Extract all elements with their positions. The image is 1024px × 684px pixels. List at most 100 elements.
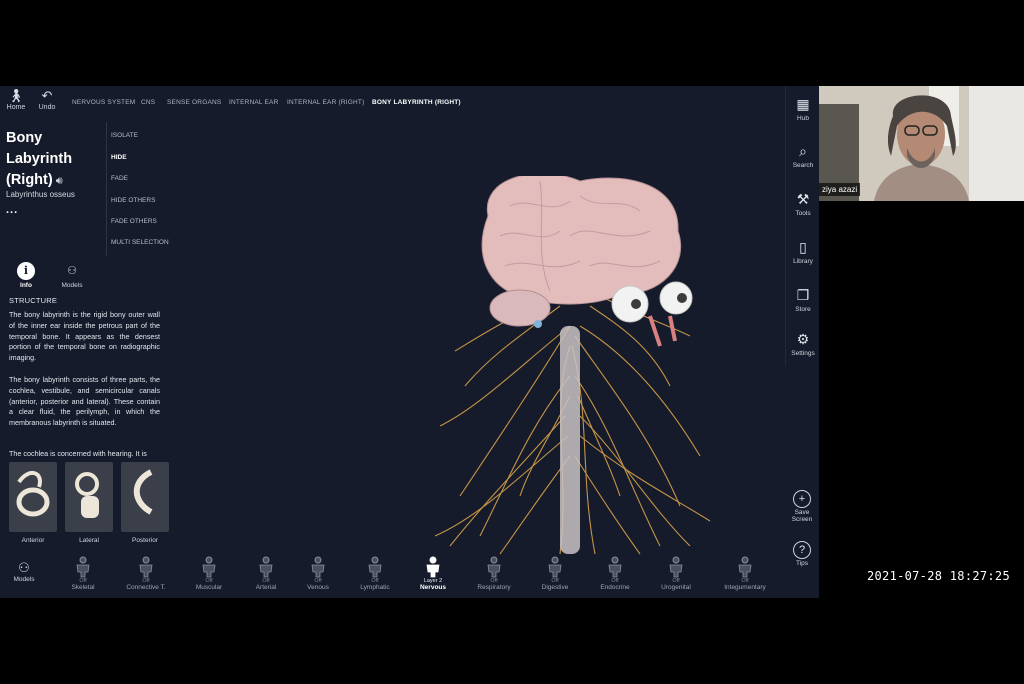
thumbnail-anterior-label: Anterior: [21, 537, 45, 544]
hub-grid-icon: ▦: [796, 96, 810, 112]
tab-models[interactable]: ⚇ Models: [54, 262, 90, 289]
info-paragraph-1: The bony labyrinth is the rigid bony out…: [9, 310, 160, 363]
body-figure-icon: [311, 556, 325, 578]
breadcrumb-internal-ear-right[interactable]: INTERNAL EAR (RIGHT): [287, 99, 364, 106]
body-figure-icon: [259, 556, 273, 578]
plus-icon: +: [793, 490, 811, 508]
undo-label: Undo: [38, 104, 56, 111]
eye-muscle-2: [668, 315, 677, 342]
tab-models-label: Models: [61, 282, 83, 289]
home-button[interactable]: 🚶︎ Home: [2, 88, 30, 111]
bony-labyrinth-selected[interactable]: [534, 320, 542, 328]
system-nervous-button[interactable]: Layer 2 Nervous: [403, 556, 463, 592]
people-icon: ⚇: [67, 265, 77, 277]
action-multi-selection[interactable]: MULTI SELECTION: [111, 239, 169, 246]
right-eye: [659, 281, 693, 315]
tips-label: Tips: [795, 560, 809, 567]
breadcrumb-bony-labyrinth-right: BONY LABYRINTH (RIGHT): [372, 99, 461, 106]
settings-button[interactable]: ⚙ Settings: [786, 329, 819, 357]
info-paragraph-3: The cochlea is concerned with hearing. I…: [9, 449, 147, 458]
tools-icon: ⚒: [796, 191, 810, 207]
breadcrumb-internal-ear[interactable]: INTERNAL EAR: [229, 99, 278, 106]
action-fade-others[interactable]: FADE OTHERS: [111, 218, 157, 225]
library-book-icon: ▯: [799, 239, 807, 255]
left-pupil: [631, 299, 641, 309]
thumbnail-posterior[interactable]: [121, 462, 169, 532]
info-paragraph-2: The bony labyrinth consists of three par…: [9, 375, 160, 428]
settings-label: Settings: [791, 350, 815, 357]
brain: [481, 176, 682, 305]
library-button[interactable]: ▯ Library: [786, 237, 819, 265]
system-label: Connective T.: [126, 584, 166, 591]
undo-button[interactable]: ↶ Undo: [33, 88, 61, 111]
store-bag-icon: ❐: [796, 287, 810, 303]
system-integumentary-button[interactable]: Off Integumentary: [715, 556, 775, 592]
hub-button[interactable]: ▦ Hub: [786, 94, 819, 122]
action-hide-others[interactable]: HIDE OTHERS: [111, 197, 155, 204]
body-figure-icon: [487, 556, 501, 578]
lateral-view-image: [75, 472, 99, 518]
action-isolate[interactable]: ISOLATE: [111, 132, 138, 139]
system-skeletal-button[interactable]: Off Skeletal: [53, 556, 113, 592]
body-figure-icon: [76, 556, 90, 578]
save-screen-label-1: Save: [794, 509, 810, 516]
save-screen-label-2: Screen: [791, 516, 813, 523]
models-button[interactable]: ⚇ Models: [6, 560, 42, 583]
system-respiratory-button[interactable]: Off Respiratory: [464, 556, 524, 592]
system-endocrine-button[interactable]: Off Endocrine: [585, 556, 645, 592]
3d-model-viewport[interactable]: [420, 176, 720, 556]
thumbnail-lateral[interactable]: [65, 462, 113, 532]
thumbnail-lateral-label: Lateral: [79, 537, 99, 544]
breadcrumb-cns[interactable]: CNS: [141, 99, 155, 106]
spinal-cord: [560, 326, 580, 554]
breadcrumb-sense-organs[interactable]: SENSE ORGANS: [167, 99, 221, 106]
system-muscular-button[interactable]: Off Muscular: [179, 556, 239, 592]
anatomy-app-window: 🚶︎ Home ↶ Undo NERVOUS SYSTEM CNS SENSE …: [0, 86, 819, 598]
system-lymphatic-button[interactable]: Off Lymphatic: [345, 556, 405, 592]
title-line-3: (Right): [6, 172, 53, 188]
models-label: Models: [13, 576, 35, 583]
store-button[interactable]: ❐ Store: [786, 285, 819, 313]
home-label: Home: [6, 104, 26, 111]
thumbnail-anterior[interactable]: [9, 462, 57, 532]
body-figure-icon: [608, 556, 622, 578]
system-label: Lymphatic: [360, 584, 390, 591]
system-label: Urogenital: [661, 584, 691, 591]
tab-info[interactable]: i Info: [8, 262, 44, 289]
system-venous-button[interactable]: Off Venous: [288, 556, 348, 592]
action-fade[interactable]: FADE: [111, 175, 128, 182]
tab-info-label: Info: [20, 282, 32, 289]
latin-name: Labyrinthus osseus: [6, 190, 75, 199]
body-figure-icon: [368, 556, 382, 578]
body-figure-icon: [738, 556, 752, 578]
system-urogenital-button[interactable]: Off Urogenital: [646, 556, 706, 592]
system-digestive-button[interactable]: Off Digestive: [525, 556, 585, 592]
body-figure-icon: [202, 556, 216, 578]
system-label: Skeletal: [71, 584, 95, 591]
system-label: Venous: [307, 584, 329, 591]
thumbnail-posterior-label: Posterior: [131, 537, 158, 544]
title-line-1: Bony: [6, 130, 43, 146]
home-figure-icon: 🚶︎: [7, 88, 25, 103]
pronounce-speaker-icon[interactable]: 🔊︎: [56, 175, 63, 187]
system-label: Digestive: [541, 584, 569, 591]
participant-name-label: ziya azazi: [819, 183, 861, 196]
system-arterial-button[interactable]: Off Arterial: [236, 556, 296, 592]
search-button[interactable]: ⌕ Search: [786, 141, 819, 169]
body-systems-bar: ⚇ Models Off Skeletal Off Connective T. Off M…: [0, 552, 785, 598]
tips-button[interactable]: ? Tips: [785, 541, 819, 567]
system-connective-t-button[interactable]: Off Connective T.: [116, 556, 176, 592]
system-label: Muscular: [195, 584, 223, 591]
action-hide[interactable]: HIDE: [111, 154, 127, 161]
tools-button[interactable]: ⚒ Tools: [786, 189, 819, 217]
undo-icon: ↶: [41, 88, 53, 103]
more-options-button[interactable]: ...: [6, 204, 18, 216]
panel-tabs: i Info ⚇ Models: [0, 258, 166, 292]
body-figure-icon: [548, 556, 562, 578]
breadcrumb-nervous-system[interactable]: NERVOUS SYSTEM: [72, 99, 135, 106]
title-line-2: Labyrinth: [6, 151, 73, 167]
top-navigation: 🚶︎ Home ↶ Undo NERVOUS SYSTEM CNS SENSE …: [0, 86, 785, 118]
gear-icon: ⚙: [796, 331, 810, 347]
people-icon: ⚇: [18, 560, 30, 575]
save-screen-button[interactable]: + Save Screen: [785, 490, 819, 523]
